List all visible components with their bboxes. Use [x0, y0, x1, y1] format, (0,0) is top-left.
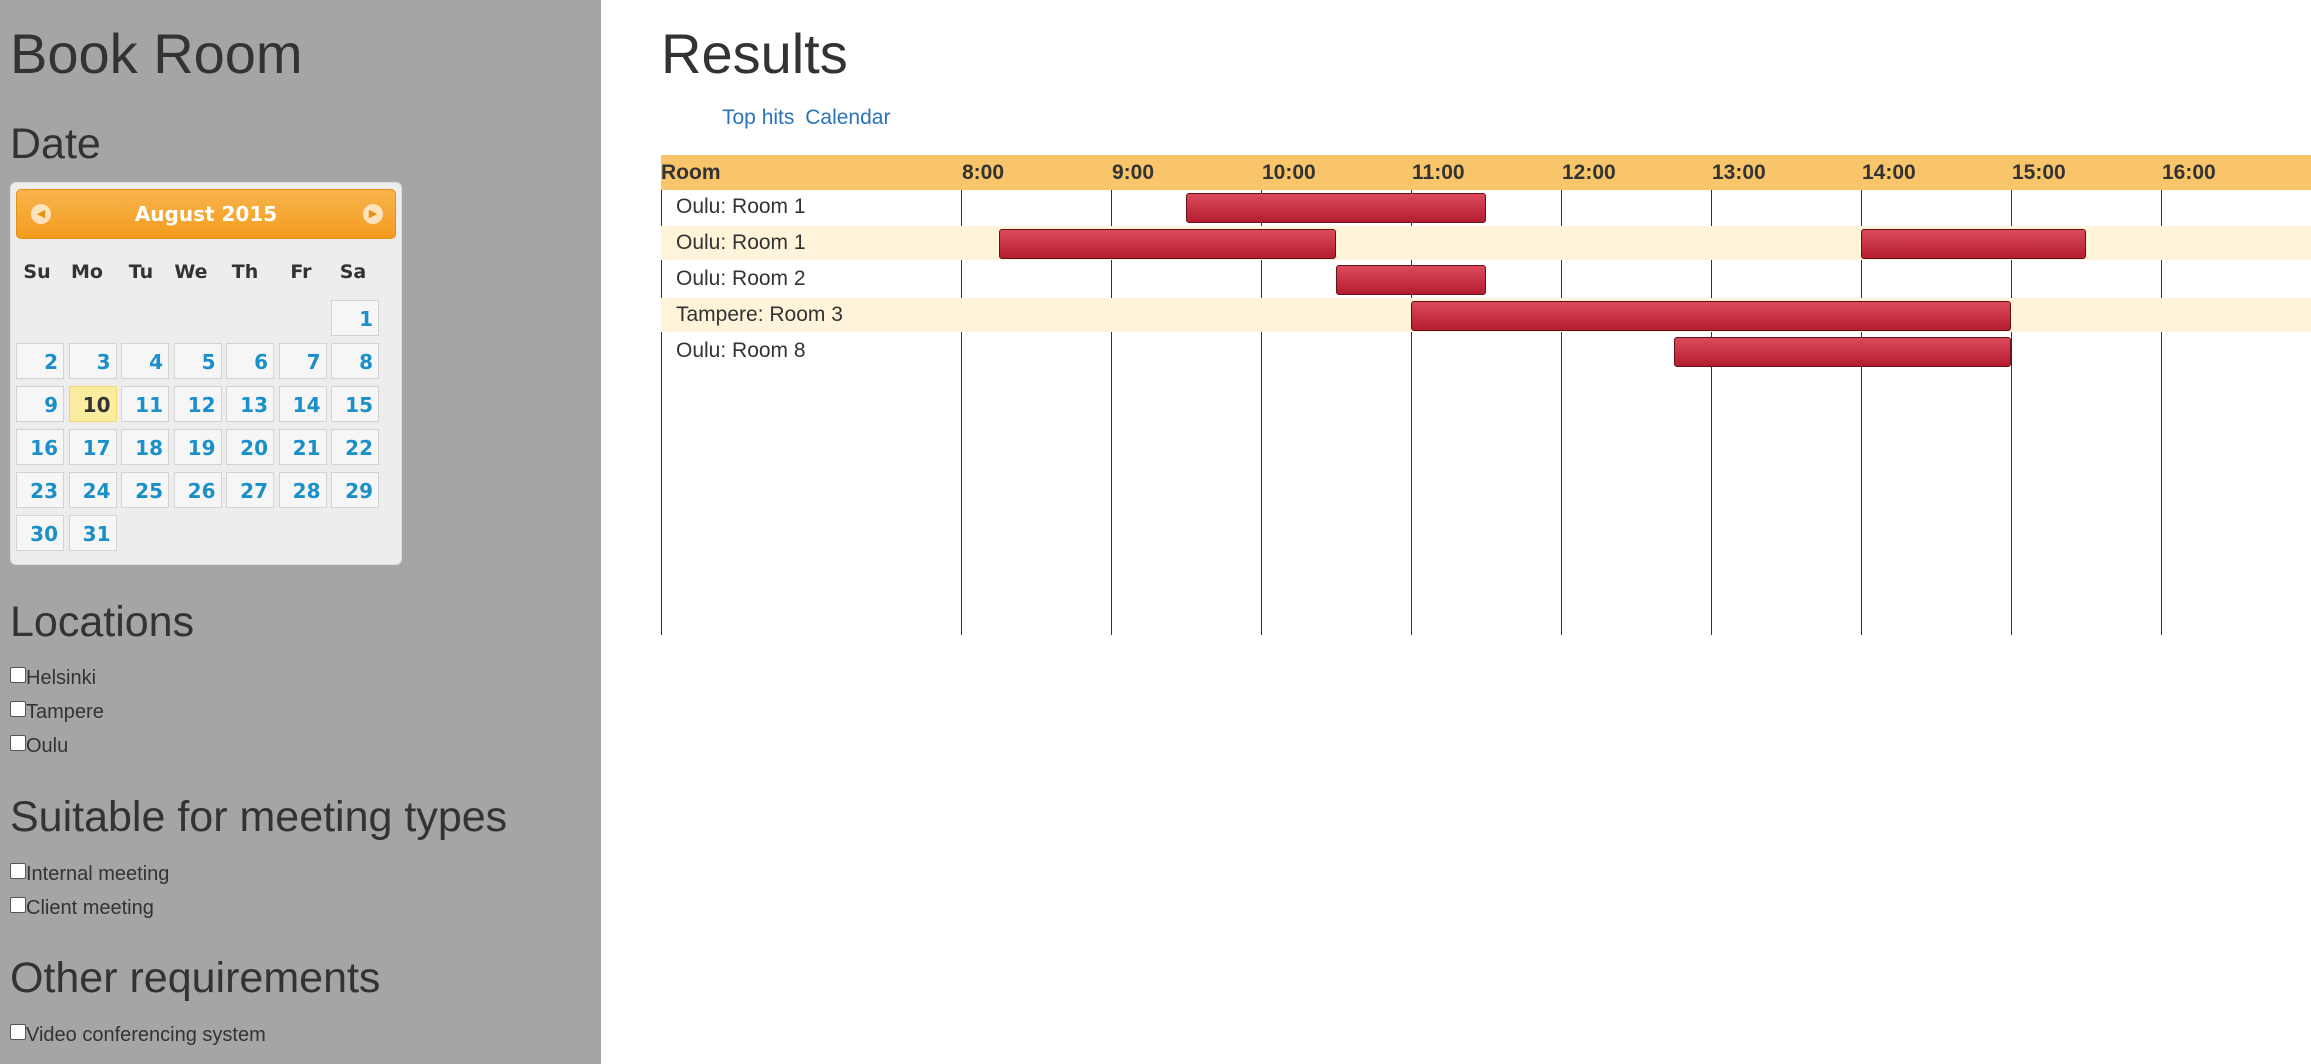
- calendar-day[interactable]: 25: [121, 472, 169, 508]
- booking-bar[interactable]: [1673, 337, 2011, 367]
- sidebar: Book Room Date ◀ August 2015 ▶ Su Mo Tu We T…: [0, 0, 601, 1064]
- calendar-day[interactable]: 15: [331, 386, 379, 422]
- location-checkbox[interactable]: [10, 667, 26, 683]
- calendar-day[interactable]: 30: [16, 515, 64, 551]
- calendar-day[interactable]: 17: [68, 429, 117, 465]
- room-column-header: Room: [661, 161, 721, 184]
- page-title: Book Room: [10, 22, 303, 85]
- meeting-type-checkbox[interactable]: [10, 863, 26, 879]
- weekday-label: Sa: [339, 261, 367, 283]
- hour-label: 13:00: [1712, 161, 1766, 184]
- room-label: Oulu: Room 8: [676, 339, 806, 362]
- calendar-day[interactable]: 22: [331, 429, 379, 465]
- location-label: Tampere: [26, 701, 104, 723]
- calendar-day[interactable]: 5: [173, 343, 222, 379]
- hour-label: 14:00: [1862, 161, 1916, 184]
- booking-bar[interactable]: [998, 229, 1336, 259]
- calendar-day[interactable]: 9: [16, 386, 64, 422]
- calendar-day[interactable]: 23: [16, 472, 64, 508]
- meeting-types-heading: Suitable for meeting types: [10, 793, 508, 841]
- next-month-icon[interactable]: ▶: [363, 204, 383, 224]
- calendar-header: ◀ August 2015 ▶: [16, 189, 396, 239]
- calendar-day[interactable]: 12: [173, 386, 222, 422]
- weekday-label: Th: [231, 261, 259, 283]
- booking-bar[interactable]: [1186, 193, 1486, 223]
- weekday-label: We: [174, 261, 208, 283]
- calendar-day[interactable]: 24: [68, 472, 117, 508]
- other-requirements-heading: Other requirements: [10, 954, 381, 1002]
- meeting-type-option: Internal meeting: [10, 862, 169, 886]
- room-label: Oulu: Room 1: [676, 231, 806, 254]
- calendar-day[interactable]: 21: [278, 429, 327, 465]
- requirement-checkbox[interactable]: [10, 1024, 26, 1040]
- results-tabs: Top hits Calendar: [722, 106, 895, 130]
- calendar-day[interactable]: 31: [68, 515, 117, 551]
- requirement-option: Video conferencing system: [10, 1023, 266, 1047]
- date-heading: Date: [10, 120, 101, 168]
- calendar-day[interactable]: 19: [173, 429, 222, 465]
- calendar-day[interactable]: 11: [121, 386, 169, 422]
- calendar-day[interactable]: 14: [278, 386, 327, 422]
- booking-bar[interactable]: [1861, 229, 2086, 259]
- gantt-row: Oulu: Room 2: [661, 262, 2311, 296]
- results-title: Results: [661, 22, 848, 85]
- location-option: Oulu: [10, 734, 68, 758]
- weekday-label: Su: [23, 261, 51, 283]
- calendar-day[interactable]: 8: [331, 343, 379, 379]
- hour-label: 12:00: [1562, 161, 1616, 184]
- tab-top-hits[interactable]: Top hits: [722, 106, 794, 129]
- meeting-type-label: Client meeting: [26, 897, 154, 919]
- gantt-row: Oulu: Room 1: [661, 190, 2311, 224]
- locations-heading: Locations: [10, 598, 195, 646]
- gantt-row: Oulu: Room 8: [661, 334, 2311, 368]
- calendar-day[interactable]: 7: [278, 343, 327, 379]
- meeting-type-checkbox[interactable]: [10, 897, 26, 913]
- calendar-month-label: August 2015: [134, 202, 278, 226]
- meeting-type-option: Client meeting: [10, 896, 154, 920]
- location-label: Helsinki: [26, 667, 97, 689]
- calendar-day[interactable]: 13: [226, 386, 274, 422]
- location-checkbox[interactable]: [10, 735, 26, 751]
- location-option: Helsinki: [10, 666, 96, 690]
- datepicker-calendar: ◀ August 2015 ▶ Su Mo Tu We Th Fr Sa 123456789…: [10, 182, 402, 565]
- hour-label: 11:00: [1412, 161, 1465, 184]
- location-option: Tampere: [10, 700, 104, 724]
- calendar-day[interactable]: 26: [173, 472, 222, 508]
- calendar-day[interactable]: 2: [16, 343, 64, 379]
- hour-label: 16:00: [2162, 161, 2216, 184]
- hour-label: 8:00: [962, 161, 1005, 184]
- meeting-type-label: Internal meeting: [26, 863, 170, 885]
- location-checkbox[interactable]: [10, 701, 26, 717]
- calendar-day[interactable]: 16: [16, 429, 64, 465]
- hour-label: 9:00: [1112, 161, 1155, 184]
- calendar-day-today[interactable]: 10: [68, 386, 117, 422]
- calendar-day[interactable]: 3: [68, 343, 117, 379]
- calendar-day[interactable]: 29: [331, 472, 379, 508]
- tab-calendar[interactable]: Calendar: [805, 106, 890, 129]
- room-label: Oulu: Room 1: [676, 195, 806, 218]
- hour-label: 10:00: [1262, 161, 1316, 184]
- calendar-day[interactable]: 18: [121, 429, 169, 465]
- weekday-label: Mo: [71, 261, 103, 283]
- calendar-day[interactable]: 6: [226, 343, 274, 379]
- requirement-label: Video conferencing system: [26, 1024, 266, 1046]
- weekday-label: Tu: [128, 261, 154, 283]
- room-label: Oulu: Room 2: [676, 267, 806, 290]
- booking-bar[interactable]: [1411, 301, 2011, 331]
- calendar-day[interactable]: 4: [121, 343, 169, 379]
- location-label: Oulu: [26, 735, 69, 757]
- calendar-day[interactable]: 28: [278, 472, 327, 508]
- calendar-day[interactable]: 1: [331, 300, 379, 336]
- hour-label: 15:00: [2012, 161, 2066, 184]
- calendar-day[interactable]: 27: [226, 472, 274, 508]
- calendar-day[interactable]: 20: [226, 429, 274, 465]
- weekday-label: Fr: [290, 261, 312, 283]
- booking-bar[interactable]: [1336, 265, 1486, 295]
- room-label: Tampere: Room 3: [676, 303, 843, 326]
- gantt-header: Room 8:00 9:00 10:00 11:00 12:00 13:00 14:00 15…: [661, 155, 2311, 190]
